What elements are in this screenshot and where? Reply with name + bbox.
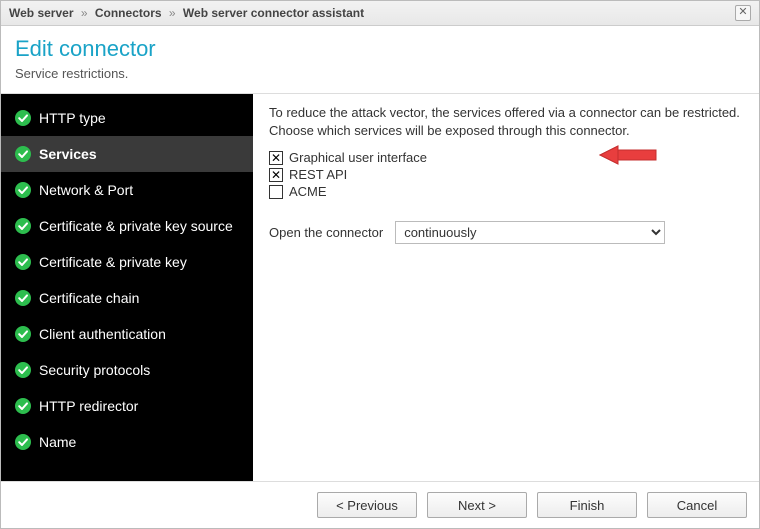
sidebar-item-label: Services: [39, 146, 97, 162]
checkbox-rest-api[interactable]: ✕: [269, 168, 283, 182]
sidebar-item-client-authentication[interactable]: Client authentication: [1, 316, 253, 352]
sidebar-item-network-port[interactable]: Network & Port: [1, 172, 253, 208]
page-subtitle: Service restrictions.: [15, 66, 745, 81]
checkbox-label[interactable]: Graphical user interface: [289, 150, 427, 165]
breadcrumb-part-3: Web server connector assistant: [183, 6, 364, 20]
open-connector-row: Open the connector continuously: [269, 221, 745, 244]
sidebar-item-label: Certificate & private key source: [39, 218, 233, 234]
sidebar-item-label: Certificate & private key: [39, 254, 187, 270]
checkbox-label[interactable]: ACME: [289, 184, 327, 199]
previous-button[interactable]: < Previous: [317, 492, 417, 518]
sidebar-item-certificate-chain[interactable]: Certificate chain: [1, 280, 253, 316]
sidebar-item-certificate-private-key[interactable]: Certificate & private key: [1, 244, 253, 280]
checkbox-acme[interactable]: [269, 185, 283, 199]
wizard-window: Web server » Connectors » Web server con…: [0, 0, 760, 529]
check-circle-icon: [15, 398, 31, 414]
wizard-header: Edit connector Service restrictions.: [1, 26, 759, 89]
wizard-footer: < Previous Next > Finish Cancel: [1, 481, 759, 528]
sidebar-item-label: Security protocols: [39, 362, 150, 378]
check-circle-icon: [15, 182, 31, 198]
sidebar-item-security-protocols[interactable]: Security protocols: [1, 352, 253, 388]
sidebar-item-label: Name: [39, 434, 76, 450]
checkbox-row: ✕ REST API: [269, 167, 745, 182]
sidebar-item-label: Certificate chain: [39, 290, 139, 306]
cancel-button[interactable]: Cancel: [647, 492, 747, 518]
close-icon: ✕: [738, 6, 747, 18]
breadcrumb-separator: »: [81, 6, 88, 20]
page-title: Edit connector: [15, 36, 745, 62]
sidebar-item-http-redirector[interactable]: HTTP redirector: [1, 388, 253, 424]
breadcrumb-separator: »: [169, 6, 176, 20]
check-circle-icon: [15, 290, 31, 306]
breadcrumb-bar: Web server » Connectors » Web server con…: [1, 1, 759, 26]
sidebar-item-label: HTTP redirector: [39, 398, 138, 414]
breadcrumb: Web server » Connectors » Web server con…: [9, 6, 364, 20]
breadcrumb-part-2[interactable]: Connectors: [95, 6, 162, 20]
checkbox-row: ACME: [269, 184, 745, 199]
open-connector-label: Open the connector: [269, 225, 383, 240]
content-panel: To reduce the attack vector, the service…: [253, 94, 759, 481]
check-circle-icon: [15, 362, 31, 378]
sidebar-item-services[interactable]: Services: [1, 136, 253, 172]
sidebar-item-label: Network & Port: [39, 182, 133, 198]
sidebar-item-http-type[interactable]: HTTP type: [1, 100, 253, 136]
open-connector-select[interactable]: continuously: [395, 221, 665, 244]
wizard-body: HTTP type Services Network & Port Certifica…: [1, 94, 759, 481]
checkbox-row: ✕ Graphical user interface: [269, 150, 745, 165]
check-circle-icon: [15, 326, 31, 342]
sidebar-item-label: HTTP type: [39, 110, 106, 126]
check-circle-icon: [15, 434, 31, 450]
checkbox-label[interactable]: REST API: [289, 167, 347, 182]
check-circle-icon: [15, 110, 31, 126]
finish-button[interactable]: Finish: [537, 492, 637, 518]
next-button[interactable]: Next >: [427, 492, 527, 518]
check-circle-icon: [15, 146, 31, 162]
checkbox-list: ✕ Graphical user interface ✕ REST API ACME: [269, 150, 745, 199]
description-text: To reduce the attack vector, the service…: [269, 104, 745, 140]
check-circle-icon: [15, 218, 31, 234]
sidebar-item-certificate-private-key-source[interactable]: Certificate & private key source: [1, 208, 253, 244]
sidebar-item-label: Client authentication: [39, 326, 166, 342]
close-button[interactable]: ✕: [735, 5, 751, 21]
sidebar-item-name[interactable]: Name: [1, 424, 253, 460]
checkbox-graphical-user-interface[interactable]: ✕: [269, 151, 283, 165]
sidebar: HTTP type Services Network & Port Certifica…: [1, 94, 253, 481]
check-circle-icon: [15, 254, 31, 270]
breadcrumb-part-1[interactable]: Web server: [9, 6, 73, 20]
